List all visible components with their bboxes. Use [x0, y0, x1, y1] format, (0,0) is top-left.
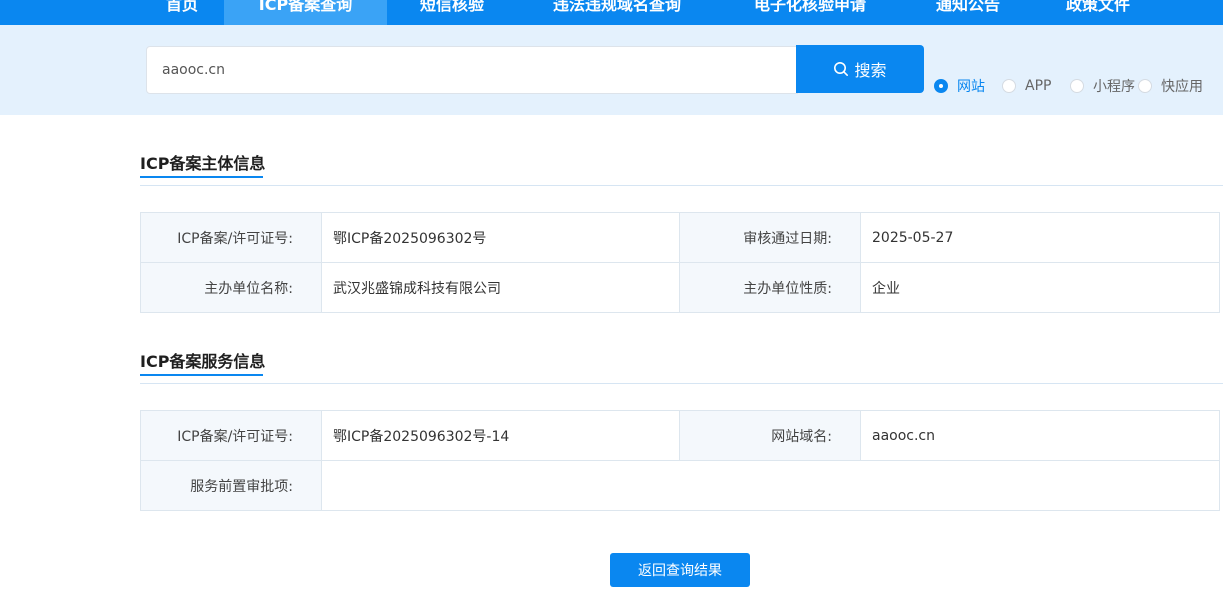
radio-dot [1138, 79, 1152, 93]
radio-quick-app[interactable]: 快应用 [1138, 78, 1203, 95]
pre-approval-label: 服务前置审批项: [141, 461, 322, 511]
domain-label: 网站域名: [680, 411, 861, 461]
radio-dot [1070, 79, 1084, 93]
organizer-name-label: 主办单位名称: [141, 263, 322, 313]
pre-approval-value [322, 461, 1220, 511]
radio-website[interactable]: 网站 [934, 78, 985, 95]
service-info-table: ICP备案/许可证号: 鄂ICP备2025096302号-14 网站域名: aa… [140, 410, 1220, 511]
organizer-type-value: 企业 [861, 263, 1220, 313]
subject-title-underline [140, 176, 263, 178]
approval-date-label: 审核通过日期: [680, 213, 861, 263]
search-band: aaooc.cn 搜索 网站 APP 小程序 快应用 [0, 25, 1223, 115]
search-button[interactable]: 搜索 [796, 45, 924, 93]
table-row: ICP备案/许可证号: 鄂ICP备2025096302号 审核通过日期: 202… [141, 213, 1220, 263]
back-to-results-button[interactable]: 返回查询结果 [610, 553, 750, 587]
search-icon [834, 62, 849, 76]
license-number-value: 鄂ICP备2025096302号 [322, 213, 680, 263]
service-title-underline [140, 374, 263, 376]
nav-item-notices[interactable]: 通知公告 [903, 0, 1033, 25]
top-nav: 首页 ICP备案查询 短信核验 违法违规域名查询 电子化核验申请 通知公告 政策… [0, 0, 1223, 25]
nav-item-icp-query[interactable]: ICP备案查询 [224, 0, 387, 25]
service-license-number-value: 鄂ICP备2025096302号-14 [322, 411, 680, 461]
radio-label: APP [1025, 78, 1052, 94]
table-row: 服务前置审批项: [141, 461, 1220, 511]
nav-item-sms-verify[interactable]: 短信核验 [387, 0, 517, 25]
radio-app[interactable]: APP [1002, 78, 1051, 94]
service-section-rule [140, 383, 1223, 384]
nav-item-e-verify-apply[interactable]: 电子化核验申请 [717, 0, 903, 25]
search-button-label: 搜索 [854, 61, 887, 80]
organizer-name-value: 武汉兆盛锦成科技有限公司 [322, 263, 680, 313]
table-row: 主办单位名称: 武汉兆盛锦成科技有限公司 主办单位性质: 企业 [141, 263, 1220, 313]
subject-section-title: ICP备案主体信息 [140, 154, 266, 173]
service-section-title: ICP备案服务信息 [140, 352, 266, 371]
nav-item-illegal-domain-query[interactable]: 违法违规域名查询 [517, 0, 717, 25]
radio-dot [1002, 79, 1016, 93]
nav-item-home[interactable]: 首页 [140, 0, 224, 25]
subject-info-table: ICP备案/许可证号: 鄂ICP备2025096302号 审核通过日期: 202… [140, 212, 1220, 313]
domain-value: aaooc.cn [861, 411, 1220, 461]
subject-section-rule [140, 185, 1223, 186]
nav-item-policy-docs[interactable]: 政策文件 [1033, 0, 1163, 25]
radio-label: 小程序 [1093, 79, 1135, 95]
approval-date-value: 2025-05-27 [861, 213, 1220, 263]
radio-label: 快应用 [1161, 79, 1203, 95]
license-number-label: ICP备案/许可证号: [141, 213, 322, 263]
service-license-number-label: ICP备案/许可证号: [141, 411, 322, 461]
search-input[interactable]: aaooc.cn [146, 46, 798, 94]
radio-label: 网站 [957, 79, 985, 95]
table-row: ICP备案/许可证号: 鄂ICP备2025096302号-14 网站域名: aa… [141, 411, 1220, 461]
radio-mini-program[interactable]: 小程序 [1070, 78, 1135, 95]
organizer-type-label: 主办单位性质: [680, 263, 861, 313]
radio-dot [934, 79, 948, 93]
